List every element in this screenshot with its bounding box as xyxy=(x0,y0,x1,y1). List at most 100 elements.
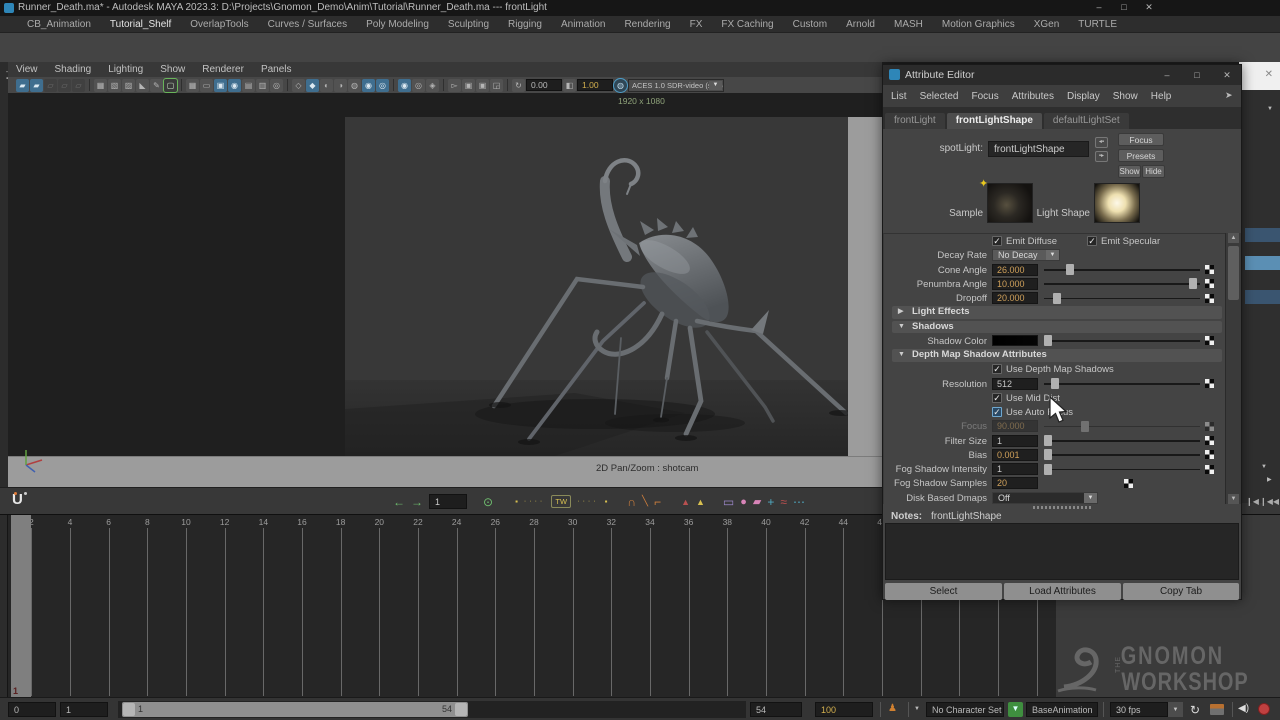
slider-handle[interactable] xyxy=(1081,421,1089,432)
occlusion-icon[interactable]: ◉ xyxy=(362,79,375,92)
view-transform-icon[interactable]: ◍ xyxy=(614,79,627,92)
sample-swatch[interactable] xyxy=(987,183,1033,223)
panel-menu-item[interactable]: Panels xyxy=(261,64,292,75)
shelf-tab[interactable]: Sculpting xyxy=(448,19,489,30)
animation-end-field[interactable]: 100 xyxy=(815,702,873,717)
menu-item[interactable]: List xyxy=(891,91,907,102)
image-plane-icon[interactable]: ✎ xyxy=(150,79,163,92)
colorspace-dropdown[interactable]: ACES 1.0 SDR-video (sRGB)▼ xyxy=(628,79,724,92)
exposure-icon[interactable]: ◲ xyxy=(490,79,503,92)
texture-map-icon[interactable] xyxy=(1205,422,1214,431)
menu-item[interactable]: Selected xyxy=(920,91,959,102)
value-field[interactable]: 90.000 xyxy=(992,420,1038,432)
slider-handle[interactable] xyxy=(1051,378,1059,389)
select-overlay-icon[interactable]: ▭ xyxy=(723,496,734,508)
checkbox[interactable]: ✓ xyxy=(992,364,1002,374)
charset-dropdown-icon[interactable]: ▼ xyxy=(914,706,920,712)
animation-start-field[interactable]: 0 xyxy=(8,702,56,717)
hide-button[interactable]: Hide xyxy=(1142,165,1165,178)
contrast-icon[interactable]: ◧ xyxy=(563,79,576,92)
slider-handle[interactable] xyxy=(1189,278,1197,289)
isolate-select-icon[interactable]: ▻ xyxy=(448,79,461,92)
panel-menu-item[interactable]: Shading xyxy=(55,64,92,75)
value-field[interactable]: 20 xyxy=(992,477,1038,489)
bookmark-icon[interactable]: ◣ xyxy=(136,79,149,92)
slider-handle[interactable] xyxy=(1053,293,1061,304)
character-icon[interactable]: ● xyxy=(740,496,747,508)
slider-handle[interactable] xyxy=(1044,335,1052,346)
key-dots[interactable]: ···· xyxy=(524,498,545,505)
shelf-tab[interactable]: Animation xyxy=(561,19,605,30)
menu-item[interactable]: Display xyxy=(1067,91,1100,102)
slider-handle[interactable] xyxy=(1044,464,1052,475)
camera-icon[interactable]: ▦ xyxy=(94,79,107,92)
anim-snap-icon[interactable]: ⊙ xyxy=(483,496,493,508)
texture-map-icon[interactable] xyxy=(1205,465,1214,474)
gate-mask-icon[interactable]: ◉ xyxy=(228,79,241,92)
shelf-tab[interactable]: FX xyxy=(690,19,703,30)
menu-item[interactable]: Focus xyxy=(971,91,998,102)
select-node-icon[interactable]: ◂▪ xyxy=(1095,137,1108,148)
tweener-button[interactable]: TW xyxy=(551,495,571,508)
texture-map-icon[interactable] xyxy=(1205,265,1214,274)
notes-area[interactable] xyxy=(885,523,1239,580)
default-light-icon[interactable]: ◉ xyxy=(398,79,411,92)
panel-menu-item[interactable]: Show xyxy=(160,64,185,75)
pan-zoom-icon[interactable]: ▢ xyxy=(164,79,177,92)
shadows-icon[interactable]: ◍ xyxy=(348,79,361,92)
key-tick-left-icon[interactable]: ▪ xyxy=(515,496,518,508)
step-tangent-icon[interactable]: ⌐ xyxy=(654,496,661,508)
ik-key-icon[interactable]: + xyxy=(767,496,774,508)
folder-pink-icon[interactable]: ▰ xyxy=(753,496,761,508)
resize-grip[interactable] xyxy=(1033,506,1093,509)
curve-red-icon[interactable]: ≈ xyxy=(780,496,787,508)
next-keyframe-icon[interactable]: → xyxy=(411,496,423,508)
slider-track[interactable] xyxy=(1044,469,1200,471)
checkbox[interactable]: ✓ xyxy=(992,407,1002,417)
minimize-button[interactable]: – xyxy=(1090,2,1108,12)
textures-icon[interactable]: ◈ xyxy=(426,79,439,92)
xray-icon[interactable]: ▣ xyxy=(462,79,475,92)
scroll-down-icon[interactable]: ▼ xyxy=(1228,494,1239,504)
shelf-tab[interactable]: TURTLE xyxy=(1078,19,1117,30)
insert-key-icon[interactable]: ▲ xyxy=(696,496,705,508)
wireframe-icon[interactable]: ◇ xyxy=(292,79,305,92)
safe-action-icon[interactable]: ▥ xyxy=(256,79,269,92)
select-button[interactable]: Select xyxy=(885,583,1002,600)
node-tab[interactable]: frontLightShape xyxy=(947,113,1042,129)
dropdown[interactable]: Off▼ xyxy=(992,492,1098,504)
range-start-handle[interactable] xyxy=(123,703,135,716)
attribute-scrollbar[interactable]: ▲ ▼ xyxy=(1225,233,1241,504)
copy-tab-button[interactable]: Copy Tab xyxy=(1123,583,1239,600)
menu-item[interactable]: Help xyxy=(1151,91,1172,102)
light-shape-swatch[interactable] xyxy=(1094,183,1140,223)
shelf-tab[interactable]: Poly Modeling xyxy=(366,19,429,30)
slider-track[interactable] xyxy=(1044,383,1200,385)
chevron-down-icon[interactable]: ▼ xyxy=(1261,464,1267,470)
section-header[interactable]: ▼Shadows xyxy=(892,321,1222,334)
selection-highlight-icon[interactable]: ▰ xyxy=(16,79,29,92)
slider-handle[interactable] xyxy=(1044,435,1052,446)
panel-menu-item[interactable]: View xyxy=(16,64,38,75)
node-name-field[interactable]: frontLightShape xyxy=(988,141,1089,157)
key-dots[interactable]: ···· xyxy=(577,498,598,505)
output-node-icon[interactable]: ▪▸ xyxy=(1095,151,1108,162)
scroll-up-icon[interactable]: ▲ xyxy=(1228,233,1239,243)
checkbox[interactable]: ✓ xyxy=(1087,236,1097,246)
maximize-button[interactable]: □ xyxy=(1115,2,1133,12)
slider-track[interactable] xyxy=(1044,283,1200,285)
shelf-tab[interactable]: Tutorial_Shelf xyxy=(110,19,171,30)
shaded-icon[interactable]: ◆ xyxy=(306,79,319,92)
loop-icon[interactable]: ↻ xyxy=(1190,703,1200,717)
close-button[interactable]: ✕ xyxy=(1218,70,1236,81)
slider-track[interactable] xyxy=(1044,454,1200,456)
gamma-field[interactable]: 1.00 xyxy=(577,79,613,91)
anti-alias-icon[interactable]: ◎ xyxy=(376,79,389,92)
shelf-tab[interactable]: Rigging xyxy=(508,19,542,30)
slider-track[interactable] xyxy=(1044,340,1200,342)
shelf-tab[interactable]: CB_Animation xyxy=(27,19,91,30)
camera-lock-icon[interactable]: ▧ xyxy=(108,79,121,92)
u-logo-icon[interactable]: U xyxy=(12,491,32,511)
value-field[interactable]: 512 xyxy=(992,378,1038,390)
channel-row[interactable] xyxy=(1245,290,1280,304)
